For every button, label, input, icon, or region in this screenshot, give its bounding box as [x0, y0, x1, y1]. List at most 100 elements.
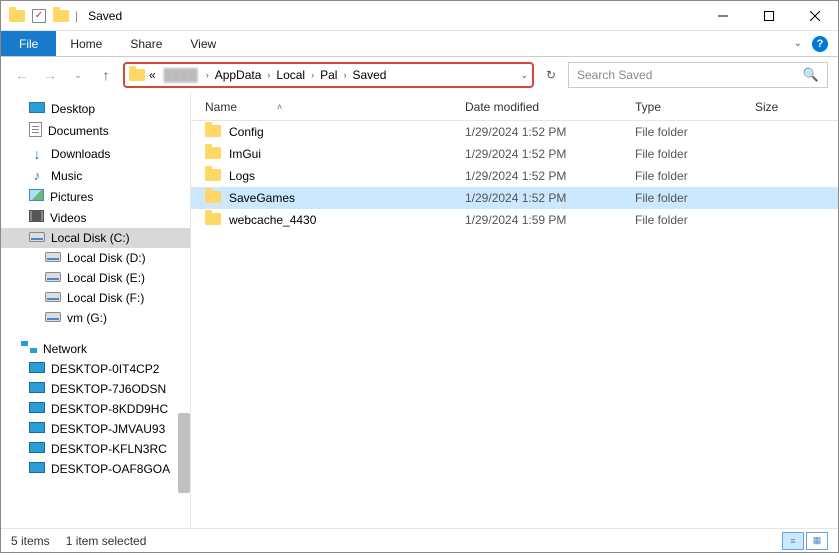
- table-row[interactable]: ImGui 1/29/2024 1:52 PM File folder: [191, 143, 838, 165]
- tree-item[interactable]: DESKTOP-KFLN3RC: [1, 439, 190, 459]
- breadcrumb-segment[interactable]: Saved: [350, 68, 388, 82]
- tree-item-label: Pictures: [50, 190, 93, 204]
- chevron-right-icon[interactable]: ›: [343, 70, 346, 80]
- column-date[interactable]: Date modified: [465, 100, 635, 114]
- tree-item[interactable]: Local Disk (E:): [1, 268, 190, 288]
- chevron-right-icon[interactable]: ›: [206, 70, 209, 80]
- window-title: Saved: [88, 9, 122, 23]
- chevron-right-icon[interactable]: ›: [311, 70, 314, 80]
- file-name: webcache_4430: [229, 213, 316, 227]
- folder-icon: [129, 67, 145, 83]
- tree-item-label: Local Disk (E:): [67, 271, 145, 285]
- vid-icon: [29, 210, 44, 225]
- disk-icon: [45, 311, 61, 325]
- tree-item[interactable]: vm (G:): [1, 308, 190, 328]
- tree-item[interactable]: DESKTOP-0IT4CP2: [1, 359, 190, 379]
- disk-icon: [45, 251, 61, 265]
- music-icon: ♪: [29, 168, 45, 183]
- tab-share[interactable]: Share: [116, 31, 176, 56]
- minimize-button[interactable]: [700, 1, 746, 31]
- up-button[interactable]: ↑: [95, 64, 117, 86]
- computer-icon: [29, 362, 45, 376]
- file-list: Name ˄ Date modified Type Size Config 1/…: [191, 93, 838, 528]
- navigation-tree[interactable]: Desktop Documents ↓ Downloads ♪Music Pictures…: [1, 93, 191, 528]
- file-type: File folder: [635, 147, 755, 161]
- tree-item[interactable]: DESKTOP-8KDD9HC: [1, 399, 190, 419]
- tree-item[interactable]: DESKTOP-OAF8GOA: [1, 459, 190, 479]
- search-icon: 🔍: [803, 67, 819, 83]
- thumbnails-view-button[interactable]: ▦: [806, 532, 828, 550]
- folder-icon: [9, 8, 25, 24]
- tree-item[interactable]: Local Disk (D:): [1, 248, 190, 268]
- tree-item[interactable]: DESKTOP-JMVAU93: [1, 419, 190, 439]
- file-date: 1/29/2024 1:52 PM: [465, 125, 635, 139]
- tree-item-label: Local Disk (D:): [67, 251, 146, 265]
- column-size[interactable]: Size: [755, 100, 838, 114]
- close-button[interactable]: [792, 1, 838, 31]
- ribbon-collapse-icon[interactable]: ⌄: [794, 38, 802, 49]
- table-row[interactable]: webcache_4430 1/29/2024 1:59 PM File fol…: [191, 209, 838, 231]
- file-tab[interactable]: File: [1, 31, 56, 56]
- tree-item[interactable]: Local Disk (C:): [1, 228, 190, 248]
- down-icon: ↓: [29, 146, 45, 162]
- back-button[interactable]: ←: [11, 64, 33, 86]
- breadcrumb-segment[interactable]: Local: [274, 68, 307, 82]
- tab-view[interactable]: View: [176, 31, 230, 56]
- folder-icon: [205, 191, 221, 206]
- tree-item[interactable]: Pictures: [1, 186, 190, 207]
- forward-button[interactable]: →: [39, 64, 61, 86]
- tree-item[interactable]: ♪Music: [1, 165, 190, 186]
- file-date: 1/29/2024 1:52 PM: [465, 169, 635, 183]
- tree-item[interactable]: ↓ Downloads: [1, 143, 190, 165]
- sort-indicator-icon: ˄: [277, 102, 282, 112]
- folder-icon: [205, 125, 221, 140]
- tree-item[interactable]: Local Disk (F:): [1, 288, 190, 308]
- tree-item-label: Videos: [50, 211, 86, 225]
- column-type[interactable]: Type: [635, 100, 755, 114]
- refresh-button[interactable]: ↻: [540, 64, 562, 86]
- breadcrumb-overflow[interactable]: «: [147, 68, 158, 82]
- help-icon[interactable]: ?: [812, 36, 828, 52]
- tree-item[interactable]: DESKTOP-7J6ODSN: [1, 379, 190, 399]
- details-view-button[interactable]: ≡: [782, 532, 804, 550]
- tab-home[interactable]: Home: [56, 31, 116, 56]
- properties-icon[interactable]: ✓: [31, 8, 47, 24]
- folder-icon: [205, 147, 221, 162]
- nav-row: ← → ⌄ ↑ « ████ › AppData › Local › Pal ›…: [1, 57, 838, 93]
- folder-icon: [53, 8, 69, 24]
- network-icon: [21, 341, 37, 356]
- tree-item-label: Downloads: [51, 147, 110, 161]
- computer-icon: [29, 382, 45, 396]
- breadcrumb-segment[interactable]: ████: [160, 68, 202, 82]
- desktop-icon: [29, 102, 45, 116]
- breadcrumb-segment[interactable]: Pal: [318, 68, 339, 82]
- breadcrumb-segment[interactable]: AppData: [213, 68, 264, 82]
- computer-icon: [29, 402, 45, 416]
- table-row[interactable]: SaveGames 1/29/2024 1:52 PM File folder: [191, 187, 838, 209]
- disk-icon: [45, 271, 61, 285]
- qat-divider: |: [75, 9, 78, 23]
- scrollbar[interactable]: [178, 413, 190, 493]
- tree-item-label: DESKTOP-KFLN3RC: [51, 442, 167, 456]
- table-row[interactable]: Logs 1/29/2024 1:52 PM File folder: [191, 165, 838, 187]
- tree-item-label: DESKTOP-0IT4CP2: [51, 362, 159, 376]
- tree-item-network[interactable]: Network: [1, 338, 190, 359]
- file-name: Logs: [229, 169, 255, 183]
- file-date: 1/29/2024 1:52 PM: [465, 147, 635, 161]
- tree-item-label: Desktop: [51, 102, 95, 116]
- disk-icon: [45, 291, 61, 305]
- chevron-right-icon[interactable]: ›: [267, 70, 270, 80]
- tree-item[interactable]: Desktop: [1, 99, 190, 119]
- tree-item[interactable]: Videos: [1, 207, 190, 228]
- address-dropdown-icon[interactable]: ⌄: [520, 70, 528, 81]
- maximize-button[interactable]: [746, 1, 792, 31]
- tree-item[interactable]: Documents: [1, 119, 190, 143]
- recent-locations-button[interactable]: ⌄: [67, 64, 89, 86]
- status-item-count: 5 items: [11, 534, 50, 548]
- column-name[interactable]: Name: [205, 100, 237, 114]
- address-bar[interactable]: « ████ › AppData › Local › Pal › Saved ⌄: [123, 62, 534, 88]
- file-date: 1/29/2024 1:52 PM: [465, 191, 635, 205]
- search-input[interactable]: Search Saved 🔍: [568, 62, 828, 88]
- computer-icon: [29, 422, 45, 436]
- table-row[interactable]: Config 1/29/2024 1:52 PM File folder: [191, 121, 838, 143]
